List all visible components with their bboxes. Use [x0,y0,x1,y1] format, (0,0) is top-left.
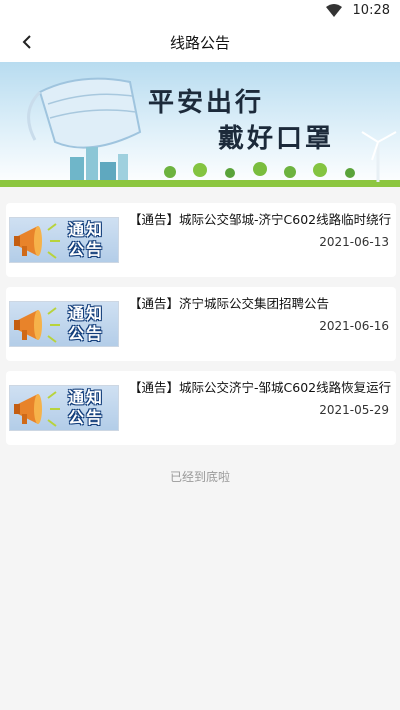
thumbnail-label: 通知公告 [68,304,105,343]
notice-date: 2021-05-29 [319,403,389,417]
megaphone-icon [14,307,60,343]
thumbnail-label: 通知公告 [68,220,105,259]
notice-thumbnail: 通知公告 [9,385,119,431]
megaphone-icon [14,391,60,427]
status-time: 10:28 [352,3,390,18]
notice-item[interactable]: 通知公告 【通告】城际公交济宁-邹城C602线路恢复运行 2021-05-29 [6,371,396,445]
megaphone-icon [14,223,60,259]
banner-slogan-line1: 平安出行 [148,88,265,118]
notice-date: 2021-06-13 [319,235,389,249]
notice-item[interactable]: 通知公告 【通告】济宁城际公交集团招聘公告 2021-06-16 [6,287,396,361]
thumbnail-label: 通知公告 [68,388,105,427]
notice-title: 【通告】城际公交济宁-邹城C602线路恢复运行 [129,380,391,395]
banner-illustration [0,62,400,187]
notice-thumbnail: 通知公告 [9,217,119,263]
banner-slogan-line2: 戴好口罩 [218,124,335,154]
notice-title: 【通告】城际公交邹城-济宁C602线路临时绕行 [129,212,391,227]
notice-thumbnail: 通知公告 [9,301,119,347]
app-bar: 线路公告 [0,22,400,62]
banner-image: 平安出行 戴好口罩 [0,62,400,187]
notice-list: 通知公告 【通告】城际公交邹城-济宁C602线路临时绕行 2021-06-13 … [6,203,396,455]
notice-title: 【通告】济宁城际公交集团招聘公告 [129,296,330,311]
notice-item[interactable]: 通知公告 【通告】城际公交邹城-济宁C602线路临时绕行 2021-06-13 [6,203,396,277]
notice-date: 2021-06-16 [319,319,389,333]
status-bar: 10:28 [0,0,400,22]
page-title: 线路公告 [169,34,230,52]
wifi-icon [326,4,342,17]
list-end-text: 已经到底啦 [169,470,230,484]
